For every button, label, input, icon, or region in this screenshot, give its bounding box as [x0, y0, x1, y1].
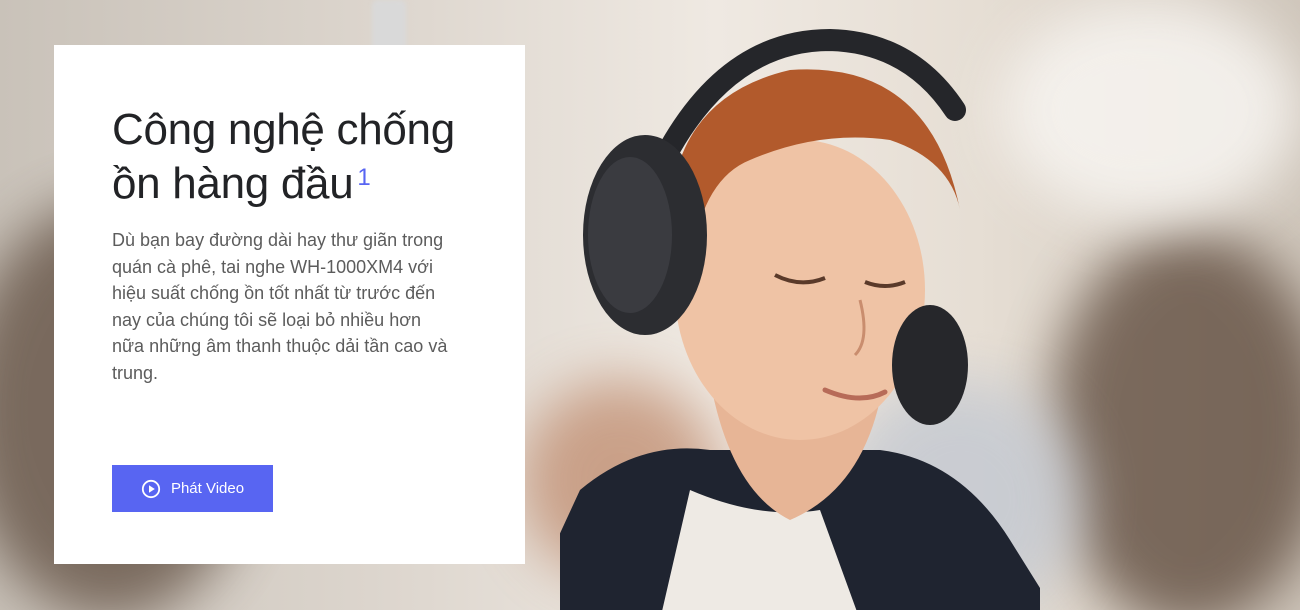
footnote-marker[interactable]: 1	[357, 164, 370, 191]
background-blur	[1050, 230, 1300, 610]
hero-banner: Công nghệ chống ồn hàng đầu 1 Dù bạn bay …	[0, 0, 1300, 610]
feature-card: Công nghệ chống ồn hàng đầu 1 Dù bạn bay …	[54, 45, 525, 564]
play-video-button[interactable]: Phát Video	[112, 465, 273, 512]
feature-description: Dù bạn bay đường dài hay thư giãn trong …	[112, 230, 448, 383]
hero-image-person-with-headphones	[560, 28, 1040, 610]
feature-headline: Công nghệ chống ồn hàng đầu 1	[112, 103, 467, 211]
play-circle-icon	[141, 479, 161, 499]
play-video-label: Phát Video	[170, 480, 245, 497]
headline-text: Công nghệ chống ồn hàng đầu	[112, 105, 455, 208]
background-blur	[1000, 0, 1300, 220]
